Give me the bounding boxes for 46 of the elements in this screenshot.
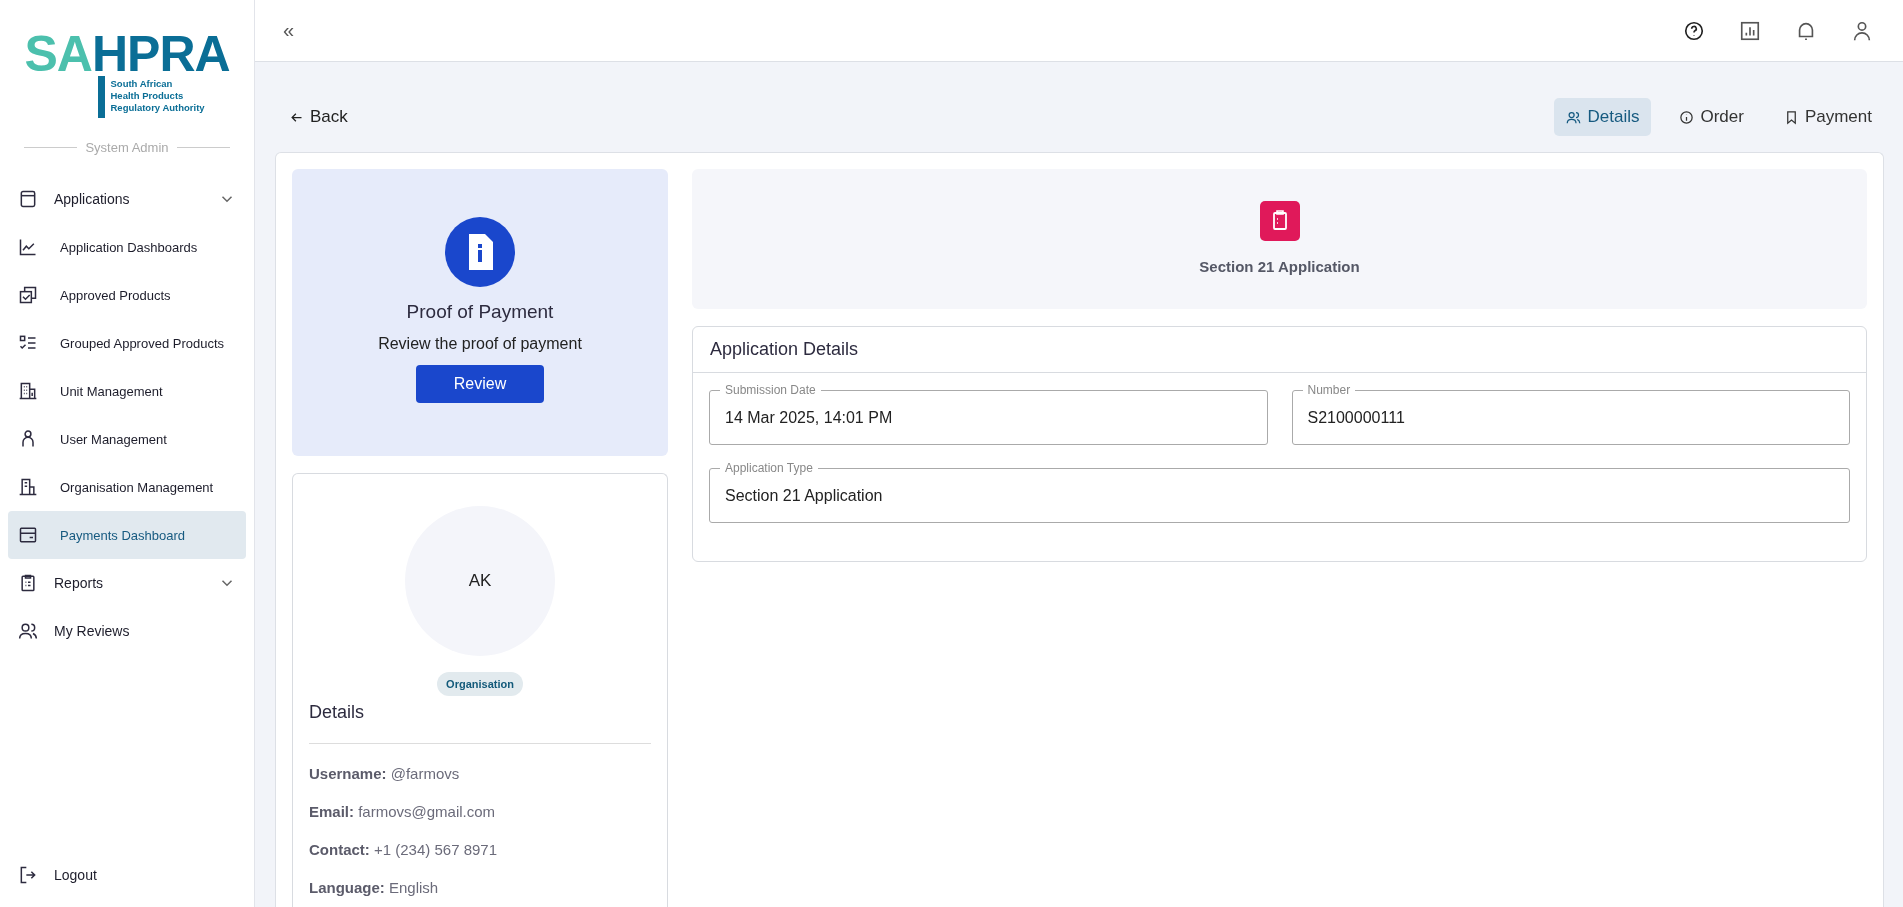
clipboard-icon (1259, 201, 1300, 241)
profile-field: Username: @farmovs (309, 765, 460, 782)
profile-field: Email: farmovs@gmail.com (309, 803, 496, 820)
profile-field: Contact: +1 (234) 567 8971 (309, 841, 497, 858)
role-label: System Admin (85, 140, 169, 155)
window-icon (18, 189, 38, 209)
card-subtitle: Review the proof of payment (378, 335, 582, 353)
clipboard-icon (18, 573, 38, 593)
sidebar-item[interactable]: Approved Products (8, 271, 246, 319)
logout-icon (18, 865, 38, 885)
help-icon[interactable] (1683, 19, 1705, 42)
user-icon[interactable] (1851, 19, 1873, 42)
sidebar-item[interactable]: Grouped Approved Products (8, 319, 246, 367)
panel-title: Application Details (693, 327, 1866, 373)
review-button[interactable]: Review (416, 365, 544, 403)
building-icon (18, 381, 38, 401)
section-heading: Details (309, 702, 365, 723)
avatar: AK (405, 506, 555, 656)
bar-chart-icon[interactable] (1739, 19, 1761, 42)
line-chart-icon (18, 237, 38, 257)
building-icon (18, 477, 38, 497)
card-icon (18, 525, 38, 545)
sidebar-item[interactable]: Applications (8, 175, 246, 223)
sidebar-item[interactable]: User Management (8, 415, 246, 463)
sidebar-item[interactable]: Payments Dashboard (8, 511, 246, 559)
banner-title: Section 21 Application (1199, 258, 1360, 275)
collapse-sidebar-button[interactable]: « (283, 19, 295, 42)
logout-button[interactable]: Logout (0, 851, 254, 899)
back-link[interactable]: Back (289, 98, 348, 136)
profile-field: Language: English (309, 879, 439, 896)
tab[interactable]: Payment (1771, 98, 1884, 136)
sidebar-item[interactable]: Reports (8, 559, 246, 607)
sidebar-item[interactable]: My Reviews (8, 607, 246, 655)
role-badge: Organisation (437, 672, 523, 696)
sidebar-item[interactable]: Organisation Management (8, 463, 246, 511)
logo: SAHPRA South African Health Products Regulatory Authority (24, 32, 230, 118)
sidebar-item[interactable]: Unit Management (8, 367, 246, 415)
users-icon (1566, 109, 1582, 125)
sidebar-item[interactable]: Application Dashboards (8, 223, 246, 271)
info-icon (1679, 109, 1695, 125)
checked-copies-icon (18, 285, 38, 305)
users-icon (18, 621, 38, 641)
card-title: Proof of Payment (406, 301, 554, 323)
document-info-icon (445, 217, 515, 287)
tab[interactable]: Details (1554, 98, 1652, 136)
tab[interactable]: Order (1667, 98, 1756, 136)
